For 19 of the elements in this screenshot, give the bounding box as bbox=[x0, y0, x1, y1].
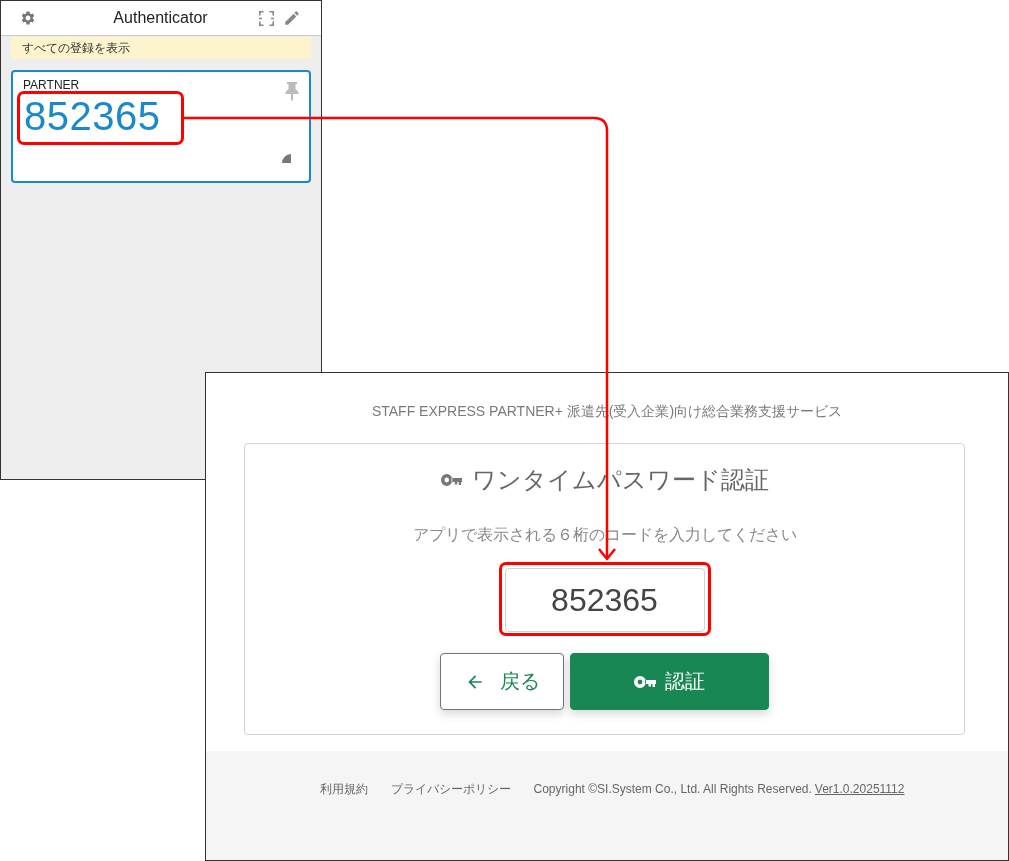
verify-button[interactable]: 認証 bbox=[570, 653, 769, 710]
key-icon bbox=[634, 675, 656, 688]
scan-frame-icon[interactable] bbox=[259, 10, 274, 26]
version-link[interactable]: Ver1.0.20251112 bbox=[814, 781, 905, 797]
footer-link[interactable]: プライバシーポリシー bbox=[390, 781, 511, 797]
timer-pie-icon bbox=[282, 154, 291, 163]
code-input-field[interactable]: 852365 bbox=[504, 568, 705, 632]
pin-icon[interactable] bbox=[285, 82, 299, 101]
footer-link[interactable]: 利用規約 bbox=[319, 781, 368, 797]
settings-icon[interactable] bbox=[20, 10, 36, 26]
otp-code: 852365 bbox=[24, 96, 161, 136]
back-button[interactable]: 戻る bbox=[440, 653, 564, 710]
pencil-icon[interactable] bbox=[283, 9, 301, 27]
account-issuer: PARTNER bbox=[23, 79, 80, 91]
account-card[interactable]: PARTNER 852365 bbox=[11, 70, 311, 183]
window-title: Authenticator bbox=[113, 8, 208, 28]
copyright-text: Copyright ©SI.System Co., Ltd. All Rights Reserved. bbox=[533, 781, 812, 797]
key-icon bbox=[440, 474, 462, 486]
show-all-banner[interactable]: すべての登録を表示 bbox=[11, 37, 311, 59]
